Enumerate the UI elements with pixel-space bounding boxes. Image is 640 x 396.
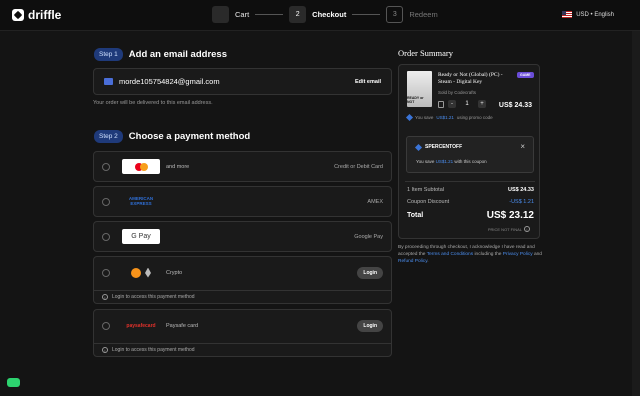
payment-option-amex[interactable]: AMERICAN EXPRESS AMEX: [93, 186, 392, 217]
scrollbar[interactable]: [632, 31, 640, 396]
checkout-steps: Cart 2 Checkout 3 Redeem: [212, 6, 438, 23]
email-section-header: Step 1 Add an email address: [94, 48, 227, 61]
radio-button[interactable]: [102, 197, 110, 206]
close-icon[interactable]: ×: [520, 142, 525, 151]
tag-icon: [405, 113, 414, 122]
info-icon[interactable]: i: [524, 226, 530, 232]
total-row: Total US$ 23.12: [407, 210, 534, 221]
mail-icon: [104, 78, 113, 85]
promo-savings: You save US$1.21 with this coupon: [416, 159, 487, 164]
logo[interactable]: driffle: [12, 8, 61, 22]
order-summary-card: READY or NOT Ready or Not (Global) (PC) …: [398, 64, 540, 239]
login-note: i Login to access this payment method: [94, 290, 391, 303]
login-button[interactable]: Login: [357, 319, 383, 332]
info-icon: i: [102, 347, 108, 353]
edit-email-button[interactable]: Edit email: [355, 79, 381, 85]
product-price: US$ 24.33: [498, 102, 532, 109]
logo-text: driffle: [28, 8, 62, 22]
refund-link[interactable]: Refund Policy: [398, 259, 427, 264]
product-thumbnail[interactable]: READY or NOT: [407, 71, 432, 107]
divider: [405, 181, 535, 182]
email-note: Your order will be delivered to this ema…: [93, 100, 213, 106]
terms-link[interactable]: Terms and Conditions: [427, 252, 473, 257]
mastercard-icon: [122, 159, 160, 174]
quantity-stepper: - 1 +: [438, 100, 486, 108]
radio-button[interactable]: [102, 321, 110, 330]
locale-label: USD • English: [576, 11, 614, 18]
payment-option-crypto[interactable]: Crypto Login i Login to access this paym…: [93, 256, 392, 304]
payment-option-text: Paysafe card: [166, 322, 199, 329]
decrease-button[interactable]: -: [448, 100, 456, 108]
payment-section-header: Step 2 Choose a payment method: [94, 130, 250, 143]
order-summary-title: Order Summary: [398, 48, 454, 58]
login-note-text: Login to access this payment method: [112, 347, 195, 353]
info-icon: i: [102, 294, 108, 300]
price-not-final: PRICE NOT FINAL i: [488, 226, 530, 232]
step-pill: Step 1: [94, 48, 123, 61]
discount-row: Coupon Discount -US$ 1.21: [407, 199, 534, 205]
login-note: i Login to access this payment method: [94, 343, 391, 356]
promo-code-box: SPERCENTOFF × You save US$1.21 with this…: [406, 136, 534, 173]
product-title[interactable]: Ready or Not (Global) (PC) - Steam - Dig…: [438, 72, 513, 87]
trash-icon[interactable]: [438, 100, 444, 108]
email-value: morde105754824@gmail.com: [119, 77, 220, 86]
promo-code: SPERCENTOFF: [414, 143, 462, 151]
locale-selector[interactable]: USD • English: [562, 11, 614, 18]
top-bar: driffle Cart 2 Checkout 3 Redeem USD • E…: [0, 0, 640, 31]
logo-icon: [12, 9, 24, 21]
step-checkout-number: 2: [289, 6, 307, 23]
paysafecard-icon: paysafecard: [126, 322, 156, 329]
payment-option-label: AMEX: [367, 198, 383, 205]
legal-text: By proceeding through checkout, I acknow…: [398, 245, 542, 265]
step-checkout-label: Checkout: [312, 10, 347, 19]
payment-option-text: and more: [166, 163, 190, 170]
section-title: Add an email address: [128, 49, 227, 60]
payment-option-label: Google Pay: [354, 233, 383, 240]
google-pay-icon: G Pay: [122, 229, 160, 244]
section-title: Choose a payment method: [128, 131, 251, 142]
step-cart-label: Cart: [235, 10, 250, 19]
subtotal-row: 1 Item Subtotal US$ 24.33: [407, 187, 534, 193]
seller-label: Sold by Codecrafts: [438, 90, 477, 95]
increase-button[interactable]: +: [478, 100, 486, 108]
payment-option-paysafe[interactable]: paysafecard Paysafe card Login i Login t…: [93, 309, 392, 357]
step-divider: [352, 14, 381, 15]
crypto-icon: [122, 265, 160, 280]
savings-amount: US$1.21: [436, 115, 454, 120]
step-cart-icon: [212, 6, 229, 23]
radio-button[interactable]: [102, 162, 110, 171]
step-redeem-number: 3: [386, 6, 404, 23]
step-divider: [255, 14, 284, 15]
chat-widget-button[interactable]: [7, 378, 20, 387]
payment-option-label: Credit or Debit Card: [334, 163, 383, 170]
quantity-value: 1: [465, 101, 469, 107]
login-button[interactable]: Login: [357, 266, 383, 279]
tag-icon: [414, 143, 423, 151]
step-pill: Step 2: [94, 130, 123, 143]
radio-button[interactable]: [102, 268, 110, 277]
us-flag-icon: [562, 11, 573, 18]
payment-option-text: Crypto: [166, 269, 183, 276]
email-field: morde105754824@gmail.com Edit email: [93, 68, 392, 95]
product-badge: GAME: [517, 72, 534, 78]
savings-note: You save US$1.21 using promo code: [405, 113, 493, 122]
privacy-link[interactable]: Privacy Policy: [503, 252, 533, 257]
amex-icon: AMERICAN EXPRESS: [122, 194, 160, 209]
step-redeem-label: Redeem: [409, 10, 438, 19]
login-note-text: Login to access this payment method: [112, 294, 195, 300]
radio-button[interactable]: [102, 232, 110, 241]
payment-option-googlepay[interactable]: G Pay Google Pay: [93, 221, 392, 252]
payment-option-card[interactable]: and more Credit or Debit Card: [93, 151, 392, 182]
